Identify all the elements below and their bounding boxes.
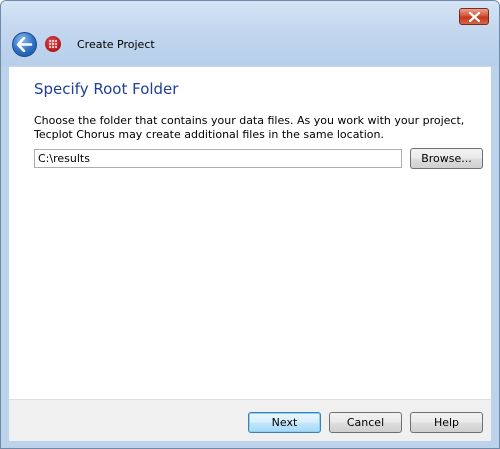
next-button[interactable]: Next <box>248 412 321 433</box>
help-button[interactable]: Help <box>410 412 483 433</box>
browse-button[interactable]: Browse... <box>410 148 483 169</box>
title-bar: Create Project <box>1 1 499 66</box>
tecplot-app-icon <box>45 36 61 52</box>
back-arrow-icon <box>16 37 33 52</box>
cancel-button[interactable]: Cancel <box>329 412 402 433</box>
back-button[interactable] <box>12 32 37 57</box>
root-folder-input[interactable] <box>34 149 402 168</box>
button-bar: Next Cancel Help <box>9 399 491 441</box>
page-heading: Specify Root Folder <box>34 80 179 98</box>
create-project-window: Create Project Specify Root Folder Choos… <box>0 0 500 449</box>
wizard-content: Specify Root Folder Choose the folder th… <box>9 66 491 399</box>
page-description: Choose the folder that contains your dat… <box>34 114 465 141</box>
close-button[interactable] <box>459 8 489 25</box>
close-icon <box>469 12 480 22</box>
window-title: Create Project <box>77 38 155 51</box>
